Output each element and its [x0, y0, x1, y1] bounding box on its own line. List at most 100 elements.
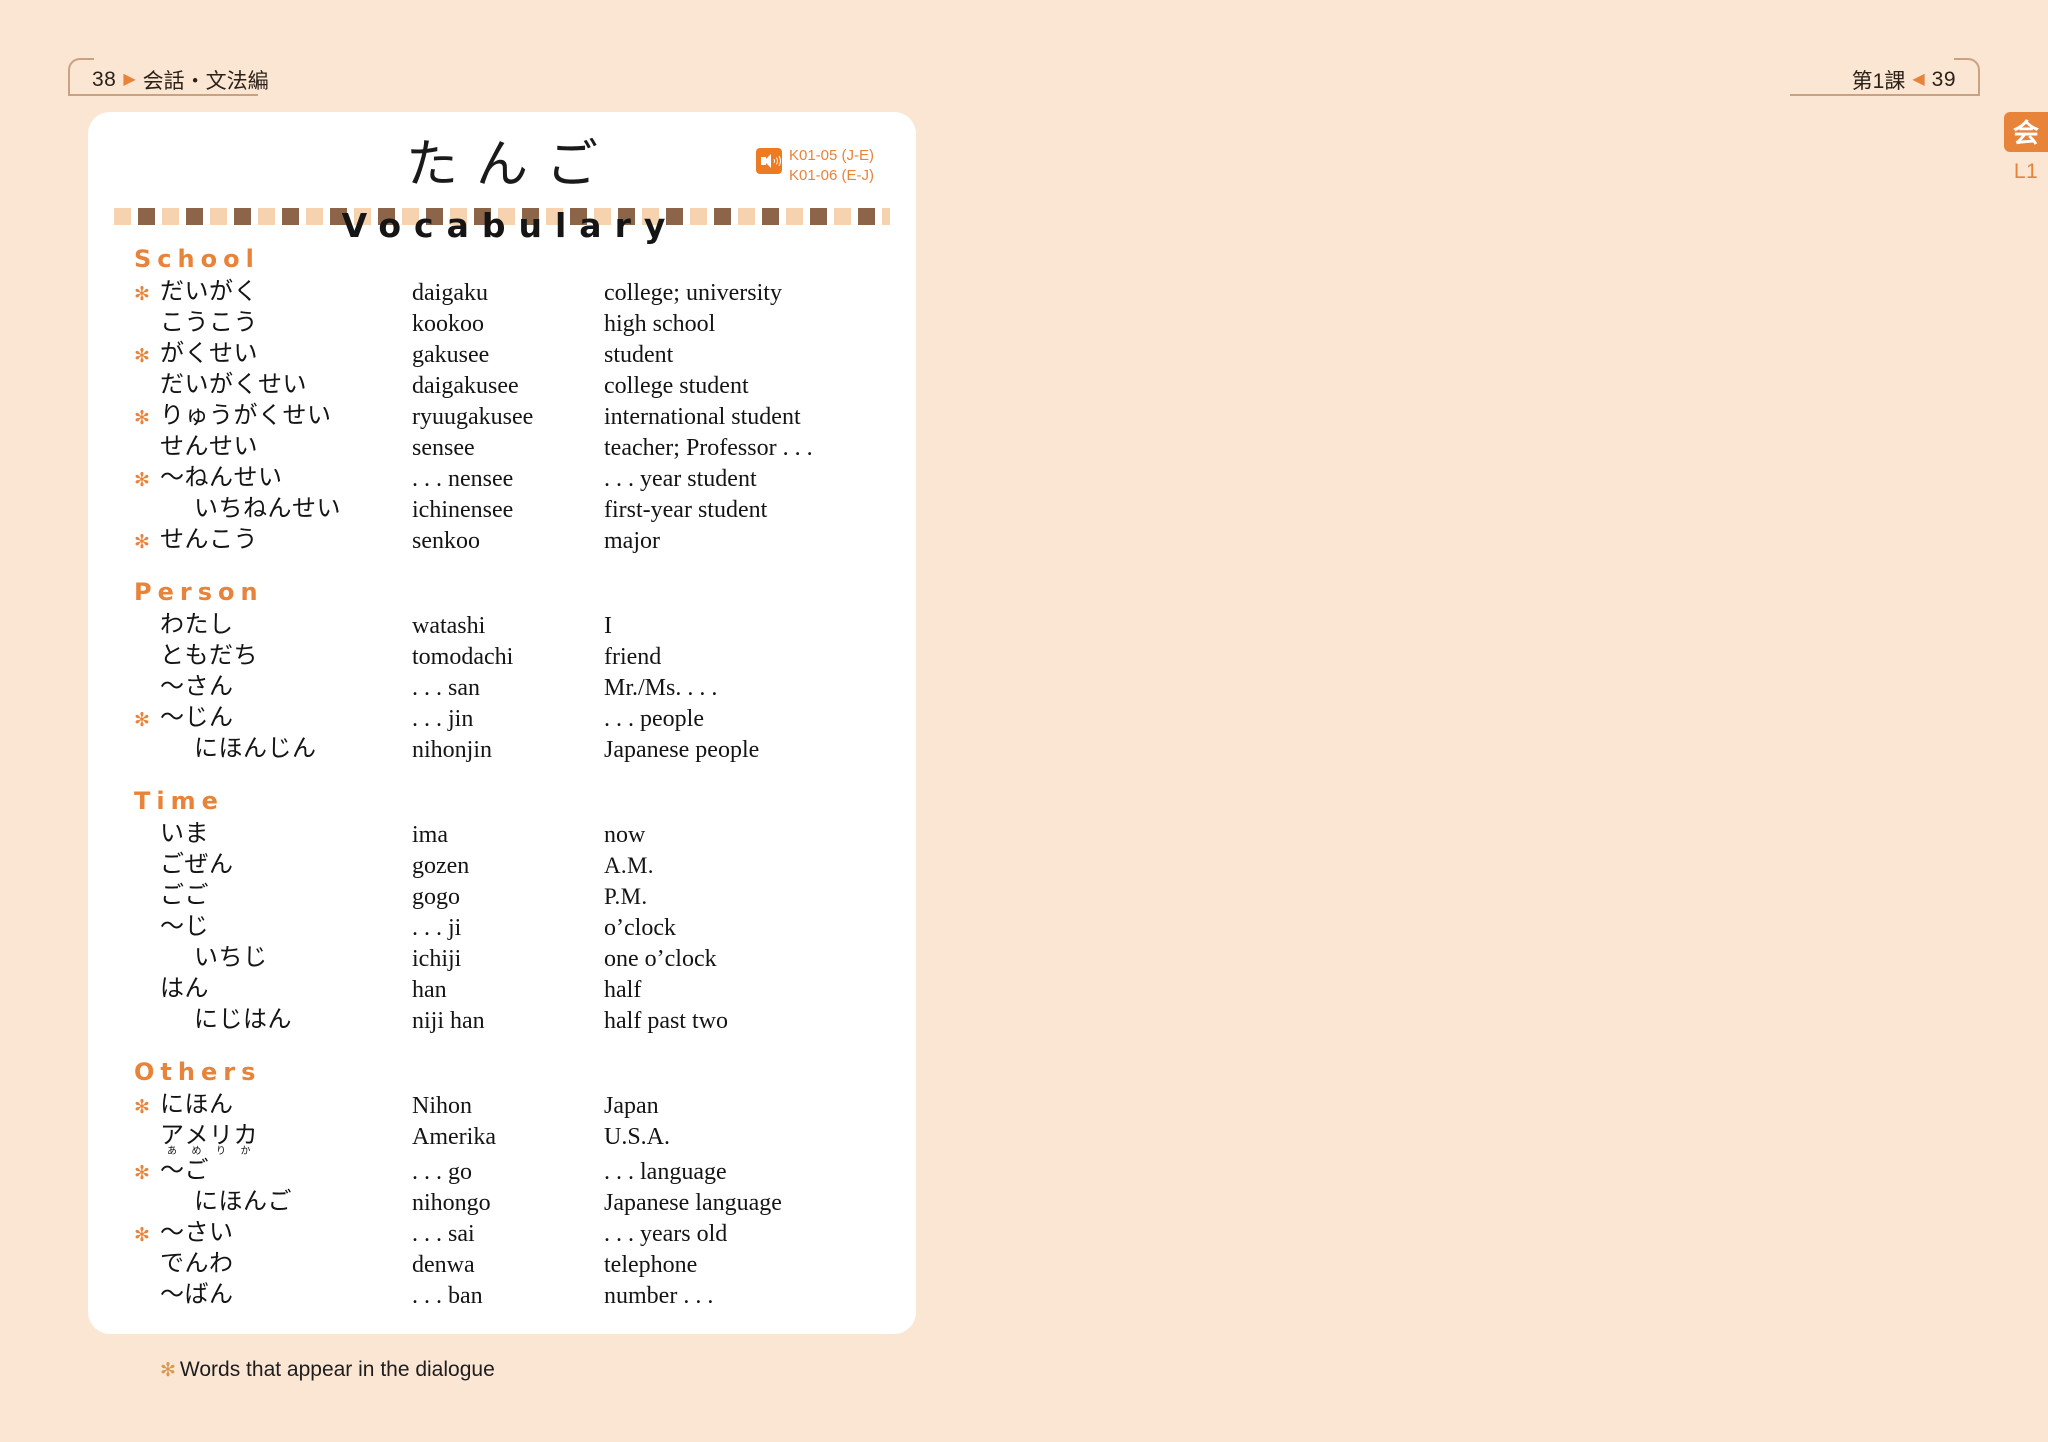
vocabulary-romaji: nihonjin — [412, 736, 493, 763]
row-star-spacer — [134, 819, 160, 827]
audio-badge-vocabulary[interactable]: K01-05 (J-E) K01-06 (E-J) — [755, 146, 874, 186]
runhead-right: 第1課 ◀ 39 — [1852, 62, 1956, 98]
vocabulary-row: せんせい sensee teacher; Professor . . . — [134, 432, 870, 463]
row-star-spacer — [134, 672, 160, 680]
vocabulary-row: ✻ 〜さい . . . sai . . . years old — [134, 1218, 870, 1249]
row-star-spacer — [134, 1187, 160, 1195]
left-runhead-label: 会話・文法編 — [142, 70, 269, 93]
right-page: 第1課 ◀ 39 会 L1 ばんごうbangoonumberなまえnamaena… — [1024, 0, 2048, 1442]
vocabulary-romaji: denwa — [412, 1251, 475, 1278]
vocabulary-japanese: にほん — [160, 1089, 234, 1118]
vocabulary-row: いちねんせい ichinensee first-year student — [134, 494, 870, 525]
vocabulary-japanese: 〜さい — [160, 1217, 234, 1246]
vocabulary-english: . . . language — [604, 1158, 727, 1185]
left-page: 38 ▶ 会話・文法編 たんご Vocabulary K01-05 (J-E) … — [0, 0, 1024, 1442]
vocabulary-section: Person わたし watashi I ともだち tomodachi friend 〜さん.… — [134, 578, 870, 765]
runhead-corner-left — [68, 58, 94, 96]
checker-square — [114, 207, 131, 225]
vocabulary-row: 〜さん . . . san Mr./Ms. . . . — [134, 672, 870, 703]
checker-square — [210, 207, 227, 225]
row-star-spacer — [134, 432, 160, 440]
asterisk-icon: ✻ — [160, 1360, 176, 1381]
vocabulary-row: ✻ だいがく daigaku college; university — [134, 277, 870, 308]
vocabulary-row: ともだち tomodachi friend — [134, 641, 870, 672]
row-star-spacer — [134, 1280, 160, 1288]
vocabulary-japanese: にじはん — [194, 1004, 292, 1033]
row-star-spacer — [134, 943, 160, 951]
section-heading-text: Person — [134, 577, 264, 606]
vocabulary-english: college student — [604, 372, 749, 399]
vocabulary-row: 〜じ . . . ji o’clock — [134, 912, 870, 943]
vocabulary-english: telephone — [604, 1251, 698, 1278]
vocabulary-romaji: nihongo — [412, 1189, 491, 1216]
vocabulary-row: ✻ がくせい gakusee student — [134, 339, 870, 370]
vocabulary-japanese: でんわ — [160, 1248, 234, 1277]
vocabulary-romaji: ichinensee — [412, 496, 514, 523]
vocabulary-japanese: わたし — [160, 609, 234, 638]
vocabulary-romaji: Nihon — [412, 1092, 472, 1119]
checker-square — [234, 207, 251, 225]
row-star-spacer — [134, 881, 160, 889]
checker-square — [858, 207, 875, 225]
vocabulary-english: one o’clock — [604, 945, 717, 972]
vocabulary-row: にほんじん nihonjin Japanese people — [134, 734, 870, 765]
vocabulary-japanese: いちねんせい — [194, 493, 341, 522]
dialogue-asterisk-icon: ✻ — [134, 406, 150, 429]
vocabulary-row: にじはん niji han half past two — [134, 1005, 870, 1036]
vocabulary-english: now — [604, 821, 646, 848]
section-heading-school: School — [134, 245, 870, 273]
section-heading-time: Time — [134, 787, 870, 815]
vocabulary-japanese: がくせい — [160, 338, 258, 367]
vocabulary-english: A.M. — [604, 852, 654, 878]
row-star-spacer — [134, 912, 160, 920]
book-page-spread: 38 ▶ 会話・文法編 たんご Vocabulary K01-05 (J-E) … — [0, 0, 2048, 1442]
vocabulary-romaji: tomodachi — [412, 643, 514, 670]
section-heading-others: Others — [134, 1058, 870, 1086]
checker-square — [834, 207, 851, 225]
row-star-spacer — [134, 974, 160, 982]
dialogue-asterisk-icon: ✻ — [134, 530, 150, 553]
row-star-spacer — [134, 641, 160, 649]
vocabulary-romaji: . . . nensee — [412, 465, 514, 492]
audio-track-ej: K01-06 (E-J) — [788, 166, 874, 184]
vocabulary-romaji: ima — [412, 821, 448, 848]
vocabulary-japanese: だいがく — [160, 276, 258, 305]
side-tab[interactable]: 会 L1 — [2004, 112, 2048, 184]
dialogue-asterisk-icon: ✻ — [134, 468, 150, 491]
vocabulary-japanese: はん — [160, 973, 209, 1002]
vocabulary-english: major — [604, 527, 660, 554]
dialogue-asterisk-icon: ✻ — [134, 282, 150, 305]
vocabulary-romaji: han — [412, 976, 447, 1003]
row-star-spacer — [134, 494, 160, 502]
vocabulary-row: ごご gogo P.M. — [134, 881, 870, 912]
vocabulary-row: ✻ せんこう senkoo major — [134, 525, 870, 556]
vocabulary-romaji: kookoo — [412, 310, 484, 337]
row-star-spacer — [134, 370, 160, 378]
left-page-number: 38 — [92, 68, 117, 91]
vocabulary-english: student — [604, 341, 674, 368]
section-heading-text: School — [134, 244, 260, 273]
vocabulary-japanese: ごご — [160, 880, 209, 909]
vocabulary-english: . . . year student — [604, 465, 757, 492]
audio-track-labels: K01-05 (J-E) K01-06 (E-J) — [789, 146, 874, 186]
vocabulary-japanese: 〜ねんせい — [160, 462, 283, 491]
vocabulary-japanese: 〜さん — [160, 671, 234, 700]
dialogue-asterisk-icon: ✻ — [134, 1095, 150, 1118]
vocabulary-romaji: . . . san — [412, 674, 480, 701]
vocabulary-romaji: . . . jin — [412, 705, 474, 732]
side-tab-lesson: L1 — [2013, 160, 2039, 183]
row-star-spacer — [134, 1121, 160, 1129]
triangle-left-icon: ◀ — [1912, 71, 1925, 88]
right-runhead-label: 第1課 — [1851, 70, 1906, 93]
row-star-spacer — [134, 1249, 160, 1257]
vocabulary-english: Japan — [604, 1092, 659, 1119]
vocabulary-japanese: 〜ご — [160, 1155, 209, 1184]
vocabulary-japanese: にほんじん — [194, 733, 317, 762]
runhead-left: 38 ▶ 会話・文法編 — [92, 62, 269, 98]
checker-square — [258, 207, 275, 225]
vocabulary-english: I — [604, 612, 612, 639]
vocabulary-english: first-year student — [604, 496, 768, 523]
checker-square — [186, 207, 203, 225]
vocabulary-japanese: せんせい — [160, 431, 258, 460]
vocabulary-japanese: だいがくせい — [160, 369, 307, 398]
